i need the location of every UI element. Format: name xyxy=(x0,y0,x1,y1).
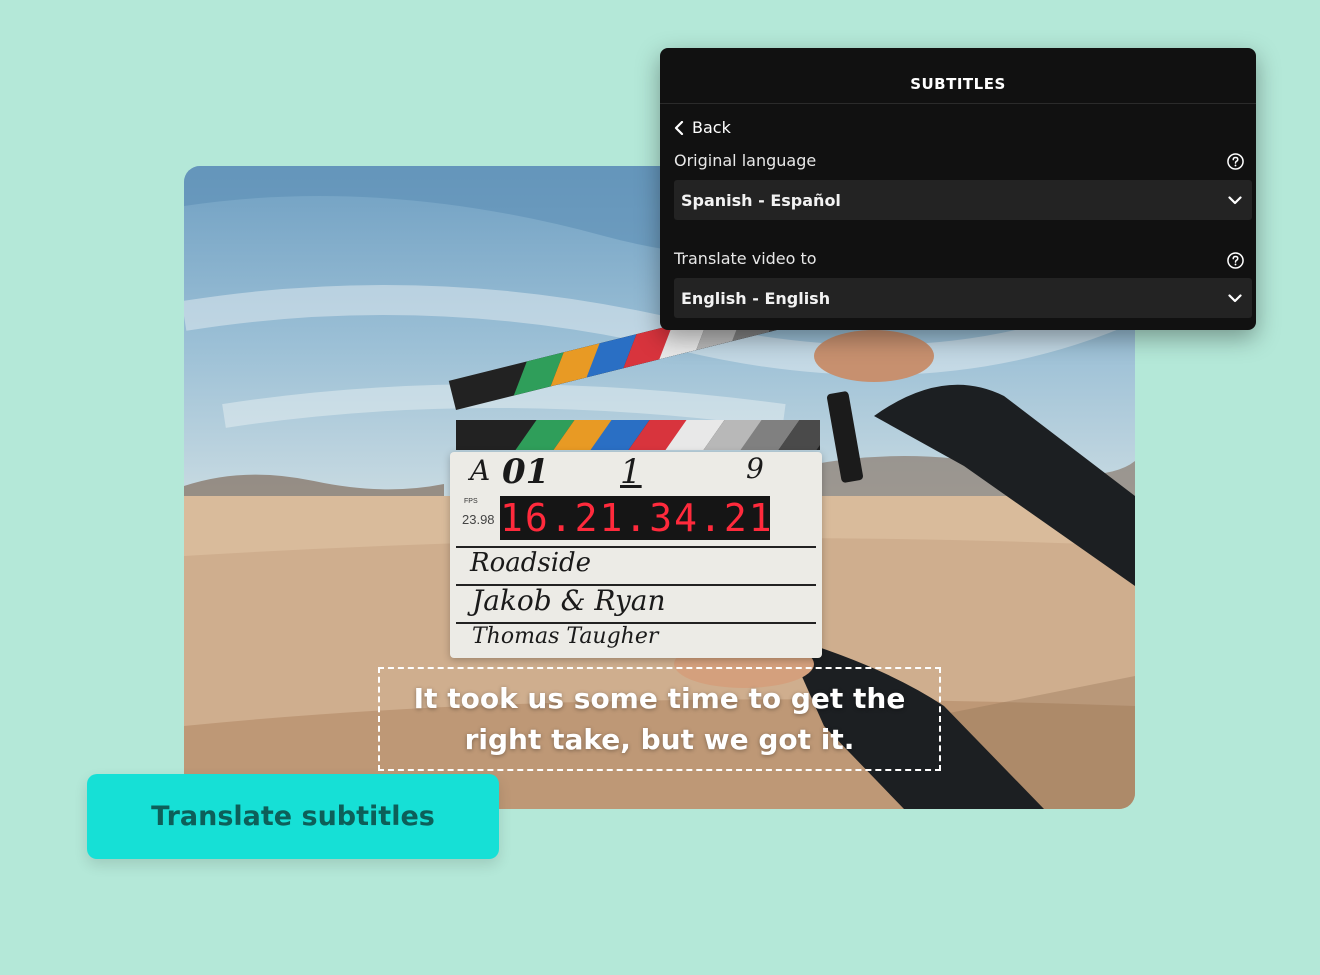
chevron-left-icon xyxy=(674,120,684,135)
slate-director: Jakob & Ryan xyxy=(472,584,666,617)
subtitle-text: It took us some time to get the right ta… xyxy=(413,682,906,756)
original-language-label: Original language xyxy=(674,151,817,170)
slate-scene-number: 01 xyxy=(502,452,550,492)
clapperboard: A 01 1 9 FPS 23.98 16.21.34.21 Roadside … xyxy=(450,452,822,658)
slate-timecode: 16.21.34.21 xyxy=(500,496,774,540)
slate-production: Roadside xyxy=(470,548,592,578)
panel-title: SUBTITLES xyxy=(660,48,1256,104)
subtitles-panel: SUBTITLES Back Original language Spanish… xyxy=(660,48,1256,330)
slate-roll: A xyxy=(470,454,491,487)
subtitle-overlay[interactable]: It took us some time to get the right ta… xyxy=(378,667,941,771)
back-label: Back xyxy=(692,118,731,137)
chevron-down-icon xyxy=(1228,195,1242,204)
clapper-stick-bottom xyxy=(456,420,820,450)
back-button[interactable]: Back xyxy=(674,118,731,137)
translate-to-value: English - English xyxy=(681,288,831,308)
help-circle-icon[interactable] xyxy=(1227,153,1244,170)
slate-fps: 23.98 xyxy=(462,512,495,527)
help-circle-icon[interactable] xyxy=(1227,252,1244,269)
translate-subtitles-button[interactable]: Translate subtitles xyxy=(87,774,499,859)
slate-take: 9 xyxy=(746,452,764,485)
slate-camera: Thomas Taugher xyxy=(472,624,659,649)
original-language-value: Spanish - Español xyxy=(681,190,841,210)
original-language-select[interactable]: Spanish - Español xyxy=(674,180,1252,220)
translate-to-select[interactable]: English - English xyxy=(674,278,1252,318)
chevron-down-icon xyxy=(1228,293,1242,302)
slate-scene: 1 xyxy=(620,452,642,492)
translate-to-label: Translate video to xyxy=(674,249,817,268)
